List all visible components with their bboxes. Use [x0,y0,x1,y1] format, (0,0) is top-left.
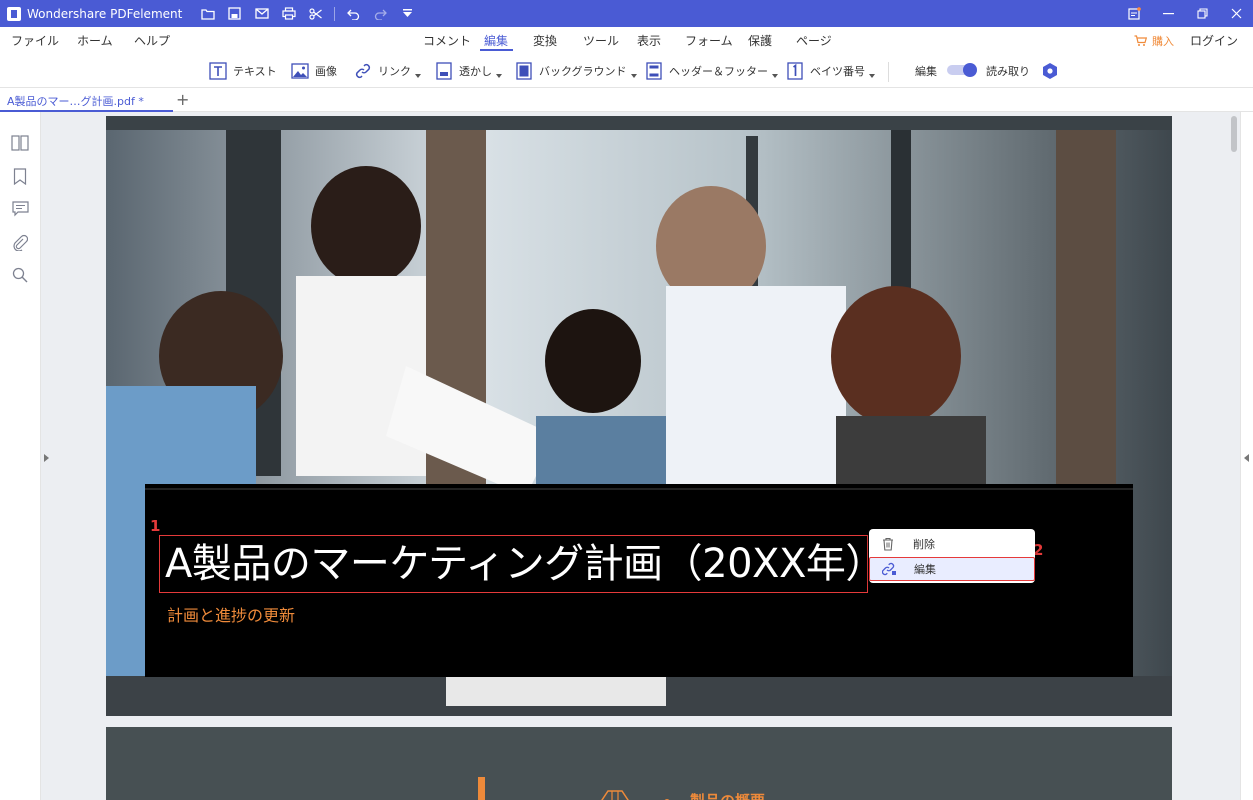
scrollbar-thumb[interactable] [1231,116,1237,152]
hexagon-icon [1043,63,1057,79]
context-menu: 削除 編集 [869,529,1035,583]
quick-access-toolbar [194,0,421,27]
buy-button[interactable]: 購入 [1134,33,1174,49]
thumbnails-icon[interactable] [11,134,29,152]
menu-bar: ファイル ホーム ヘルプ コメント 編集 変換 ツール 表示 フォーム 保護 ペ… [0,27,1253,54]
comment-icon[interactable] [11,200,29,218]
active-tab-indicator [480,49,513,51]
close-icon[interactable] [1219,0,1253,27]
undo-icon[interactable] [340,0,367,27]
login-link[interactable]: ログイン [1190,32,1238,49]
bates-number-label: ベイツ番号 [810,65,865,78]
search-icon[interactable] [11,266,29,284]
add-text-button[interactable]: テキスト [209,61,277,81]
cart-icon [1134,35,1147,46]
page2-heading: 製品の概要 [690,790,765,800]
text-icon [209,62,227,80]
hexagon-button[interactable] [1041,61,1059,81]
background-dropdown-icon[interactable] [630,74,637,78]
trash-icon [880,536,896,552]
link-dropdown-icon[interactable] [415,74,421,78]
divider [334,6,336,21]
bates-number-dropdown-icon[interactable] [869,74,875,78]
window-controls [1117,0,1253,27]
document-subtitle[interactable]: 計画と進捗の更新 [167,602,295,626]
header-footer-label: ヘッダー＆フッター [669,65,768,78]
menu-help[interactable]: ヘルプ [134,32,170,49]
expand-right-panel-icon[interactable] [1244,454,1249,462]
document-tab-bar: A製品のマー…グ計画.pdf * + [0,88,1253,112]
edit-read-toggle[interactable] [947,63,977,77]
buy-label: 購入 [1152,35,1174,48]
add-text-label: テキスト [233,65,277,78]
menu-file[interactable]: ファイル [11,32,59,49]
open-folder-icon[interactable] [194,0,221,27]
watermark-label: 透かし [459,65,492,78]
add-image-button[interactable]: 画像 [291,61,337,81]
watermark-button[interactable]: 透かし [435,61,502,81]
tab-comment[interactable]: コメント [423,32,471,49]
tab-tools[interactable]: ツール [583,32,619,49]
page-2[interactable]: 製品の概要 [106,727,1172,800]
edit-toolbar: テキスト 画像 リンク 透かし バックグラウンド ヘッダー＆フッター ベイツ番号… [0,54,1253,88]
banner-top-line [145,484,1133,490]
app-logo-icon [7,6,21,21]
minimize-icon[interactable] [1151,0,1185,27]
product-sketch-icon [601,790,629,800]
bates-number-button[interactable]: ベイツ番号 [786,61,875,81]
app-title: Wondershare PDFelement [27,6,183,21]
link-icon [354,62,372,80]
link-label: リンク [378,65,411,78]
background-button[interactable]: バックグラウンド [515,61,637,81]
right-panel-collapsed [1240,112,1253,800]
image-icon [291,62,309,80]
watermark-icon [435,62,453,80]
tab-page[interactable]: ページ [796,32,832,49]
tab-edit[interactable]: 編集 [484,32,508,49]
add-image-label: 画像 [315,65,337,78]
context-menu-edit-label: 編集 [914,563,936,576]
attachment-icon[interactable] [11,233,29,251]
menu-home[interactable]: ホーム [77,32,113,49]
restore-icon[interactable] [1185,0,1219,27]
tab-form[interactable]: フォーム [685,32,733,49]
mode-edit-label: 編集 [915,65,937,78]
header-footer-icon [645,62,663,80]
email-icon[interactable] [248,0,275,27]
step-marker-1: 1 [150,517,161,535]
context-menu-delete[interactable]: 削除 [869,531,1035,556]
document-tab[interactable]: A製品のマー…グ計画.pdf * [0,88,173,112]
customize-dropdown-icon[interactable] [394,0,421,27]
header-footer-dropdown-icon[interactable] [772,74,778,78]
redo-icon[interactable] [367,0,394,27]
context-menu-delete-label: 削除 [913,537,935,551]
left-sidebar [0,112,41,800]
title-bar: Wondershare PDFelement [0,0,1253,27]
page2-accent-bar [478,777,485,800]
document-title[interactable]: A製品のマーケティング計画（20XX年） [165,535,885,593]
background-label: バックグラウンド [539,65,627,78]
tab-convert[interactable]: 変換 [533,32,557,49]
bookmark-icon[interactable] [11,167,29,185]
feedback-icon[interactable] [1117,0,1151,27]
vertical-scrollbar[interactable] [1229,112,1239,800]
new-tab-button[interactable]: + [176,90,189,109]
tab-view[interactable]: 表示 [637,32,661,49]
link-button[interactable]: リンク [354,61,421,81]
scissors-icon[interactable] [302,0,329,27]
watermark-dropdown-icon[interactable] [496,74,502,78]
header-footer-button[interactable]: ヘッダー＆フッター [645,61,778,81]
background-icon [515,62,533,80]
tab-protect[interactable]: 保護 [748,32,772,49]
save-icon[interactable] [221,0,248,27]
print-icon[interactable] [275,0,302,27]
expand-left-panel-icon[interactable] [44,454,49,462]
mode-read-label: 読み取り [986,65,1030,78]
context-menu-edit[interactable]: 編集 [869,557,1035,581]
bates-number-icon [786,62,804,80]
page-1[interactable]: A製品のマーケティング計画（20XX年） 計画と進捗の更新 [106,116,1172,716]
edit-link-icon [881,561,897,577]
toolbar-divider [888,62,889,82]
